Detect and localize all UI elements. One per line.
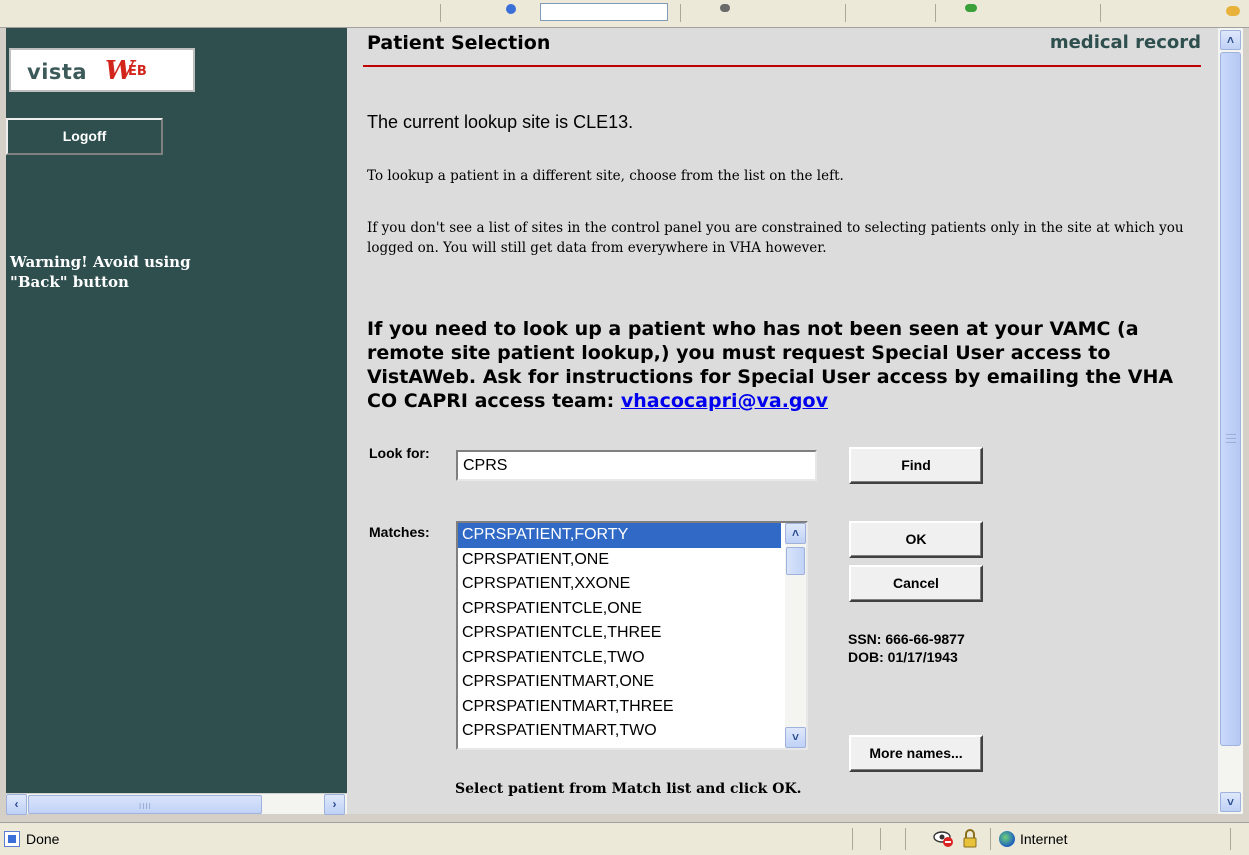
status-separator: [905, 828, 906, 850]
left-panel-horizontal-scrollbar[interactable]: ‹ IIII ›: [6, 793, 347, 815]
toolbar-separator: [845, 4, 846, 22]
current-lookup-site: The current lookup site is CLE13.: [367, 112, 634, 132]
privacy-eye-icon[interactable]: [932, 829, 954, 848]
lock-icon[interactable]: [962, 829, 978, 848]
ok-button[interactable]: OK: [849, 521, 983, 558]
security-zone-label: Internet: [1020, 831, 1068, 847]
scrollbar-thumb[interactable]: — — —: [1220, 52, 1241, 746]
toolbar-icon[interactable]: [1226, 6, 1240, 16]
match-item[interactable]: CPRSPATIENTCLE,TWO: [458, 646, 781, 671]
toolbar-icon[interactable]: [965, 4, 977, 12]
grip-icon: IIII: [139, 802, 152, 811]
toolbar-icon[interactable]: [506, 4, 516, 14]
match-item[interactable]: CPRSPATIENTCLE,THREE: [458, 621, 781, 646]
toolbar-separator: [935, 4, 936, 22]
scroll-down-icon[interactable]: ˅: [785, 727, 806, 748]
more-names-button[interactable]: More names...: [849, 735, 983, 772]
page-title: Patient Selection: [367, 32, 551, 54]
toolbar-field[interactable]: [540, 3, 668, 21]
match-item[interactable]: CPRSPATIENT,ONE: [458, 548, 781, 573]
scroll-up-icon[interactable]: ˄: [785, 523, 806, 544]
status-bar: Done Internet: [0, 822, 1249, 855]
medical-record-label: medical record: [1049, 32, 1201, 53]
special-user-access-note: If you need to look up a patient who has…: [367, 317, 1207, 413]
globe-icon: [999, 831, 1015, 847]
scroll-down-icon[interactable]: ˅: [1220, 792, 1241, 812]
matches-scrollbar[interactable]: ˄ ˅: [785, 523, 806, 748]
content-vertical-scrollbar[interactable]: ˄ — — — ˅: [1217, 28, 1243, 814]
email-link[interactable]: vhacocapri@va.gov: [621, 390, 828, 412]
match-item[interactable]: CPRSPATIENTMART,THREE: [458, 695, 781, 720]
logo-text-eb: EB: [128, 64, 147, 79]
back-button-warning: Warning! Avoid using "Back" button: [10, 252, 270, 292]
match-item[interactable]: CPRSPATIENTCLE,ONE: [458, 597, 781, 622]
status-text: Done: [26, 831, 60, 847]
scrollbar-thumb[interactable]: IIII: [28, 795, 262, 814]
patient-info: SSN: 666-66-9877 DOB: 01/17/1943: [848, 630, 965, 666]
look-for-input[interactable]: [456, 450, 817, 481]
page-done-icon: [4, 831, 20, 847]
instruction-different-site: To lookup a patient in a different site,…: [367, 168, 844, 184]
scroll-right-icon[interactable]: ›: [324, 794, 345, 815]
patient-dob: DOB: 01/17/1943: [848, 649, 958, 665]
matches-label: Matches:: [369, 524, 430, 540]
toolbar-separator: [680, 4, 681, 22]
instruction-site-constraint: If you don't see a list of sites in the …: [367, 220, 1184, 256]
toolbar-icon[interactable]: [720, 4, 730, 12]
patient-selection-content: Patient Selection medical record The cur…: [347, 28, 1217, 814]
warning-line: Warning! Avoid using: [10, 253, 191, 271]
find-button[interactable]: Find: [849, 447, 983, 484]
left-panel: vista W EB Logoff Warning! Avoid using "…: [6, 28, 347, 793]
warning-line: "Back" button: [10, 273, 129, 291]
grip-icon: — — —: [1226, 429, 1236, 448]
patient-ssn: SSN: 666-66-9877: [848, 631, 965, 647]
scroll-left-icon[interactable]: ‹: [6, 794, 27, 815]
browser-toolbar: [0, 0, 1249, 28]
match-item[interactable]: CPRSPATIENT,XXONE: [458, 572, 781, 597]
vistaweb-logo: vista W EB: [9, 48, 195, 92]
logoff-button[interactable]: Logoff: [6, 118, 163, 155]
header-divider: [363, 65, 1201, 67]
toolbar-separator: [440, 4, 441, 22]
status-separator: [880, 828, 881, 850]
match-item[interactable]: CPRSPATIENTMART,TWO: [458, 719, 781, 744]
toolbar-separator: [1100, 4, 1101, 22]
status-separator: [852, 828, 853, 850]
match-item[interactable]: CPRSPATIENTMART,ONE: [458, 670, 781, 695]
look-for-label: Look for:: [369, 445, 430, 461]
status-separator: [1230, 828, 1231, 850]
scroll-up-icon[interactable]: ˄: [1220, 30, 1241, 50]
select-patient-instruction: Select patient from Match list and click…: [455, 781, 802, 797]
scrollbar-thumb[interactable]: [786, 547, 805, 575]
matches-listbox[interactable]: CPRSPATIENT,FORTY CPRSPATIENT,ONE CPRSPA…: [456, 521, 808, 750]
cancel-button[interactable]: Cancel: [849, 565, 983, 602]
status-separator: [990, 828, 991, 850]
logo-text-vista: vista: [27, 60, 88, 84]
match-item[interactable]: CPRSPATIENT,FORTY: [458, 523, 781, 548]
